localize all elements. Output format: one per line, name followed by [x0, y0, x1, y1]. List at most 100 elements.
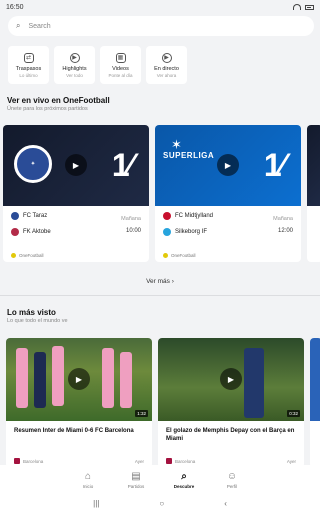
back-icon[interactable]: ‹ — [224, 499, 227, 508]
team-crest-icon — [163, 212, 171, 220]
club-crest-icon — [14, 458, 20, 464]
see-more-label: Ver más — [146, 278, 170, 285]
chevron-right-icon: › — [171, 278, 174, 285]
home-nav-icon[interactable]: ○ — [159, 499, 164, 508]
transfer-icon: ⇄ — [23, 52, 34, 63]
discover-icon: ⌕ — [181, 470, 187, 482]
section-title-live: Ver en vivo en OneFootball — [7, 96, 110, 105]
video-card[interactable]: ▶ 0:32 El golazo de Memphis Depay con el… — [158, 338, 304, 468]
team-crest-icon — [163, 228, 171, 236]
play-icon[interactable]: ▶ — [68, 368, 90, 390]
tab-discover[interactable]: ⌕ Descubre — [173, 470, 195, 489]
video-source: Barcelona — [23, 458, 44, 464]
player-figure — [120, 352, 132, 408]
quick-link-label: En directo — [154, 65, 179, 72]
video-title: Resumen Inter de Miami 0-6 FC Barcelona — [14, 428, 134, 434]
video-source: Barcelona — [175, 458, 196, 464]
quick-link-highlights[interactable]: ▶ Highlights Ver todo — [54, 46, 95, 84]
onefootball-logo-icon: 1⁄ — [263, 147, 285, 183]
video-title: El golazo de Memphis Depay con el Barça … — [166, 428, 295, 442]
quick-links: ⇄ Traspasos Lo último ▶ Highlights Ver t… — [8, 46, 187, 84]
home-team-name: FC Taraz — [23, 213, 48, 219]
quick-link-sub: Ponte al día — [108, 72, 133, 78]
tab-label: Perfil — [226, 483, 238, 489]
home-team-name: FC Midtjylland — [175, 213, 214, 219]
video-thumbnail: ▶ 1:32 — [6, 338, 152, 421]
provider-icon — [11, 253, 16, 258]
see-more-button[interactable]: Ver más › — [0, 278, 320, 285]
match-info: FC Midtjylland Silkeborg IF Mañana 12:00… — [155, 206, 301, 262]
search-placeholder: Search — [28, 22, 51, 30]
video-age: Ayer — [286, 458, 296, 464]
divider — [0, 295, 320, 296]
match-thumbnail — [307, 125, 320, 206]
tab-label: Descubre — [173, 483, 195, 489]
search-bar[interactable]: ⌕ Search — [8, 16, 314, 36]
tab-profile[interactable]: ☺ Perfil — [221, 471, 243, 489]
play-icon[interactable]: ▶ — [65, 154, 87, 176]
home-icon: ⌂ — [84, 470, 92, 482]
play-icon[interactable]: ▶ — [217, 154, 239, 176]
status-time: 16:50 — [6, 3, 24, 11]
away-team: Silkeborg IF — [163, 228, 293, 236]
status-icons — [293, 4, 314, 10]
video-thumbnail: ▶ 0:32 — [158, 338, 304, 421]
club-crest-icon — [166, 458, 172, 464]
section-title-videos: Lo más visto — [7, 308, 56, 317]
video-card-partial[interactable] — [310, 338, 320, 468]
video-thumbnail — [310, 338, 320, 421]
quick-link-transfers[interactable]: ⇄ Traspasos Lo último — [8, 46, 49, 84]
player-figure — [102, 348, 114, 408]
video-meta: Barcelona Ayer — [14, 458, 144, 464]
quick-link-live[interactable]: ▶ En directo Ver ahora — [146, 46, 187, 84]
video-meta: Barcelona Ayer — [166, 458, 296, 464]
quick-link-videos[interactable]: ▦ Videos Ponte al día — [100, 46, 141, 84]
status-bar: 16:50 — [0, 0, 320, 14]
videos-carousel[interactable]: ▶ 1:32 Resumen Inter de Miami 0-6 FC Bar… — [6, 338, 320, 468]
match-time: 10:00 — [125, 228, 141, 234]
away-team-name: FK Aktobe — [23, 229, 51, 235]
matches-icon: ▤ — [131, 470, 141, 482]
team-crest-icon — [11, 228, 19, 236]
quick-link-label: Highlights — [62, 65, 87, 72]
onefootball-logo-icon: 1⁄ — [111, 147, 133, 183]
section-subtitle-live: Únete para los próximos partidos — [7, 106, 88, 112]
provider: OneFootball — [11, 253, 44, 258]
tab-home[interactable]: ⌂ Inicio — [77, 470, 99, 489]
match-thumbnail: ✦ ▶ 1⁄ — [3, 125, 149, 206]
video-age: Ayer — [134, 458, 144, 464]
system-nav-bar: ||| ○ ‹ — [0, 495, 320, 512]
player-figure — [52, 346, 64, 406]
play-icon: ▶ — [69, 52, 80, 63]
play-icon: ▶ — [161, 52, 172, 63]
player-figure — [244, 348, 264, 418]
tab-matches[interactable]: ▤ Partidos — [125, 470, 147, 489]
video-duration: 1:32 — [135, 410, 148, 417]
calendar-icon: ▦ — [115, 52, 126, 63]
provider: OneFootball — [163, 253, 196, 258]
away-team-name: Silkeborg IF — [175, 229, 208, 235]
team-crest-icon — [11, 212, 19, 220]
live-matches-carousel[interactable]: ✦ ▶ 1⁄ FC Taraz FK Aktobe Mañana 10:00 O… — [3, 125, 320, 262]
quick-link-label: Videos — [112, 65, 129, 72]
match-thumbnail: ✶ SUPERLIGA ▶ 1⁄ — [155, 125, 301, 206]
tab-label: Inicio — [82, 483, 94, 489]
match-day: Mañana — [121, 216, 141, 222]
live-match-card-partial[interactable] — [307, 125, 320, 262]
match-info: FC Taraz FK Aktobe Mañana 10:00 OneFootb… — [3, 206, 149, 262]
battery-icon — [305, 4, 314, 10]
provider-name: OneFootball — [171, 253, 196, 258]
live-match-card[interactable]: ✶ SUPERLIGA ▶ 1⁄ FC Midtjylland Silkebor… — [155, 125, 301, 262]
tab-label: Partidos — [127, 483, 145, 489]
provider-icon — [163, 253, 168, 258]
video-card[interactable]: ▶ 1:32 Resumen Inter de Miami 0-6 FC Bar… — [6, 338, 152, 468]
quick-link-sub: Ver todo — [66, 72, 83, 78]
club-crest-icon: ✦ — [14, 145, 52, 183]
bottom-tab-bar: ⌂ Inicio ▤ Partidos ⌕ Descubre ☺ Perfil — [0, 465, 320, 495]
search-icon: ⌕ — [16, 21, 21, 30]
match-day: Mañana — [273, 216, 293, 222]
recents-icon[interactable]: ||| — [93, 499, 99, 508]
live-match-card[interactable]: ✦ ▶ 1⁄ FC Taraz FK Aktobe Mañana 10:00 O… — [3, 125, 149, 262]
play-icon[interactable]: ▶ — [220, 368, 242, 390]
provider-name: OneFootball — [19, 253, 44, 258]
